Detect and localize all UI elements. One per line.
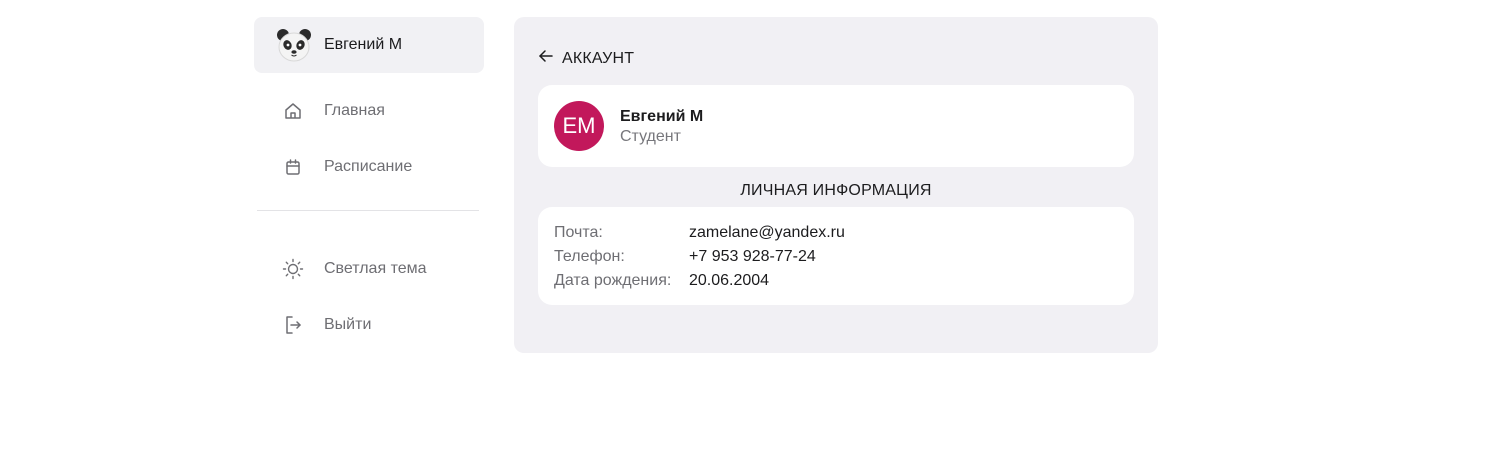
calendar-icon	[282, 156, 304, 178]
sidebar-item-home[interactable]: Главная	[254, 83, 484, 139]
sidebar-item-label: Расписание	[324, 158, 413, 175]
panda-icon	[276, 27, 312, 63]
info-row-birthdate: Дата рождения: 20.06.2004	[554, 269, 1118, 293]
user-name: Евгений М	[620, 107, 704, 125]
sidebar-item-label: Выйти	[324, 316, 372, 333]
email-value: zamelane@yandex.ru	[689, 224, 845, 241]
info-label: Дата рождения:	[554, 272, 672, 289]
info-row-phone: Телефон: +7 953 928-77-24	[554, 245, 1118, 269]
user-role: Студент	[620, 127, 681, 145]
back-button[interactable]: АККАУНТ	[538, 49, 634, 68]
user-card: ЕМ Евгений М Студент	[538, 85, 1134, 167]
sidebar-item-label: Главная	[324, 102, 385, 119]
sun-icon	[282, 258, 304, 280]
sidebar-profile[interactable]: Евгений М	[254, 17, 484, 73]
personal-info-card: Почта: zamelane@yandex.ru Телефон: +7 95…	[538, 207, 1134, 305]
phone-value: +7 953 928-77-24	[689, 248, 816, 265]
birthdate-value: 20.06.2004	[689, 272, 770, 289]
sidebar-item-schedule[interactable]: Расписание	[254, 139, 484, 195]
sidebar-item-label: Светлая тема	[324, 260, 427, 277]
section-title: ЛИЧНАЯ ИНФОРМАЦИЯ	[740, 182, 932, 199]
arrow-left-icon	[538, 49, 554, 68]
account-panel: АККАУНТ ЕМ Евгений М Студент ЛИЧНАЯ ИНФО…	[514, 17, 1158, 353]
sidebar: Евгений М Главная Расписание Светлая тем…	[254, 17, 484, 353]
sidebar-profile-name: Евгений М	[324, 36, 403, 53]
info-label: Почта:	[554, 224, 603, 241]
sidebar-item-logout[interactable]: Выйти	[254, 297, 484, 353]
info-row-email: Почта: zamelane@yandex.ru	[554, 221, 1118, 245]
sidebar-divider	[257, 210, 479, 211]
home-icon	[282, 100, 304, 122]
avatar: ЕМ	[554, 101, 604, 151]
sidebar-item-theme-toggle[interactable]: Светлая тема	[254, 241, 484, 297]
logout-icon	[282, 314, 304, 336]
info-label: Телефон:	[554, 248, 625, 265]
page-title: АККАУНТ	[562, 49, 635, 67]
